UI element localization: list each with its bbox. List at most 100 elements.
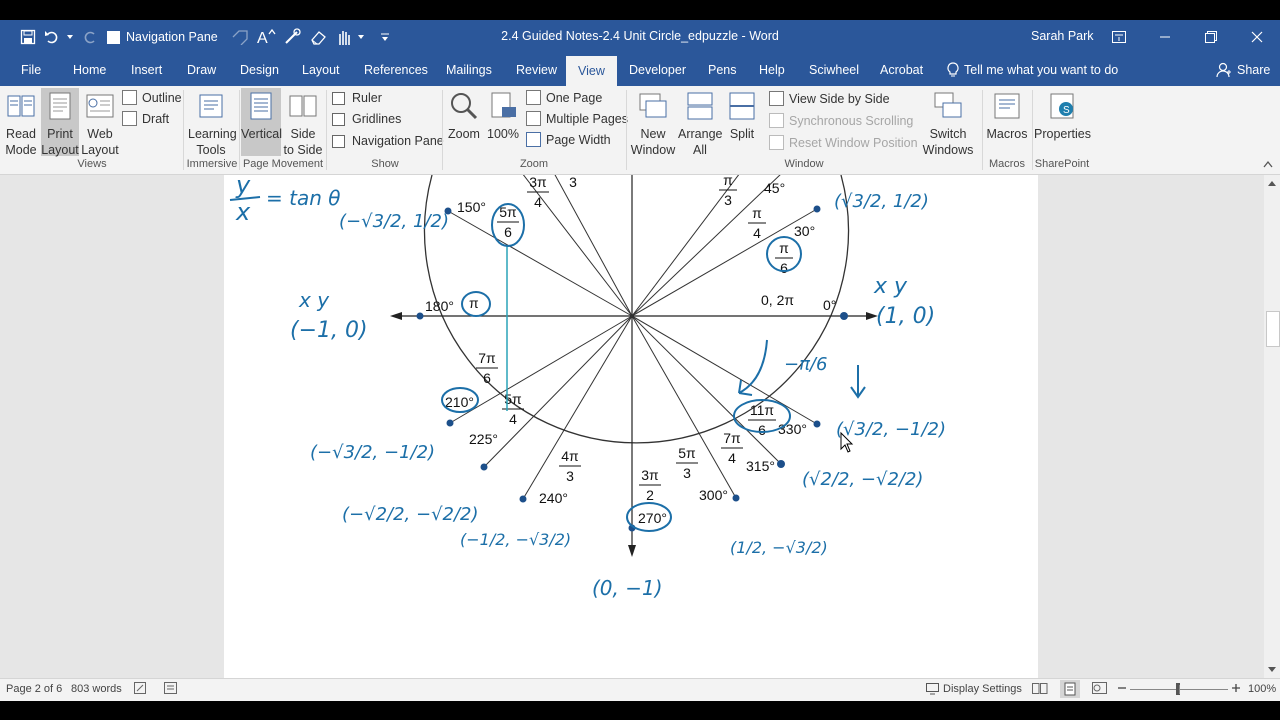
group-zoom-label: Zoom <box>519 158 549 170</box>
page-count[interactable]: Page 2 of 6 <box>6 683 62 695</box>
one-page-button[interactable]: One Page <box>526 90 602 105</box>
touch-mode-icon[interactable] <box>230 27 250 47</box>
svg-text:3π: 3π <box>641 467 659 483</box>
learning-tools-button[interactable]: Learning Tools <box>188 88 237 158</box>
page-width-button[interactable]: Page Width <box>526 132 611 147</box>
gridlines-checkbox[interactable]: Gridlines <box>332 112 401 126</box>
tab-draw[interactable]: Draw <box>185 54 218 86</box>
deg-270-label: 270° <box>638 510 667 526</box>
new-window-button[interactable]: New Window <box>630 88 676 158</box>
qat-navigation-pane-label[interactable]: Navigation Pane <box>126 30 218 44</box>
print-layout-view-icon[interactable] <box>1060 680 1080 698</box>
frac-pi-4: π4 <box>748 205 766 241</box>
vertical-button[interactable]: Vertical <box>241 88 282 156</box>
web-layout-view-icon[interactable] <box>1092 682 1108 698</box>
format-painter-icon[interactable] <box>282 27 302 47</box>
synchronous-scrolling-button[interactable]: Synchronous Scrolling <box>769 113 913 128</box>
tab-developer[interactable]: Developer <box>627 54 688 86</box>
tab-layout[interactable]: Layout <box>300 54 342 86</box>
read-mode-view-icon[interactable] <box>1032 682 1048 698</box>
tab-acrobat[interactable]: Acrobat <box>878 54 925 86</box>
svg-text:4: 4 <box>753 225 761 241</box>
read-mode-button[interactable]: Read Mode <box>3 88 39 158</box>
macros-label: Macros <box>986 127 1028 141</box>
user-name[interactable]: Sarah Park <box>1031 29 1094 43</box>
touch-dropdown-icon[interactable] <box>356 27 366 47</box>
arrange-all-button[interactable]: Arrange All <box>678 88 722 158</box>
navigation-pane-checkbox-ribbon[interactable]: Navigation Pane <box>332 134 444 148</box>
multiple-pages-button[interactable]: Multiple Pages <box>526 111 628 126</box>
properties-button[interactable]: S Properties <box>1034 88 1091 142</box>
proofing-icon[interactable] <box>134 682 148 698</box>
ruler-checkbox[interactable]: Ruler <box>332 91 382 105</box>
tab-mailings[interactable]: Mailings <box>444 54 494 86</box>
close-icon[interactable] <box>1234 20 1280 54</box>
learning-tools-label-2: Tools <box>196 143 226 157</box>
eraser-icon[interactable] <box>308 27 328 47</box>
customize-qat-icon[interactable] <box>378 27 392 47</box>
display-settings-button[interactable]: Display Settings <box>926 683 1022 695</box>
restore-icon[interactable] <box>1188 20 1234 54</box>
minimize-icon[interactable] <box>1142 20 1188 54</box>
scroll-thumb[interactable] <box>1266 311 1280 347</box>
reset-position-icon <box>769 135 784 150</box>
side-to-side-button[interactable]: Side to Side <box>283 88 323 158</box>
font-size-icon[interactable]: A <box>256 27 276 47</box>
group-page-movement-label: Page Movement <box>242 158 324 170</box>
touch-draw-icon[interactable] <box>334 27 354 47</box>
tab-insert[interactable]: Insert <box>129 54 164 86</box>
svg-text:6: 6 <box>483 370 491 386</box>
undo-dropdown-icon[interactable] <box>66 27 74 47</box>
zoom-100-button[interactable]: 100% <box>486 88 520 142</box>
zoom-button[interactable]: Zoom <box>446 88 482 142</box>
scroll-up-icon[interactable] <box>1264 175 1280 191</box>
web-layout-button[interactable]: Web Layout <box>81 88 119 158</box>
zoom-level[interactable]: 100% <box>1248 683 1276 695</box>
tab-references[interactable]: References <box>362 54 430 86</box>
reset-window-position-button[interactable]: Reset Window Position <box>769 135 918 150</box>
view-side-label: View Side by Side <box>789 91 890 106</box>
svg-text:6: 6 <box>504 224 512 240</box>
draft-label: Draft <box>142 111 170 126</box>
tab-view[interactable]: View <box>566 56 617 86</box>
save-icon[interactable] <box>18 27 38 47</box>
tab-file[interactable]: File <box>19 54 43 86</box>
y-axis-arrow-down <box>628 545 636 557</box>
zoom-in-icon[interactable] <box>1231 681 1241 698</box>
deg-180-label: 180° <box>425 298 454 314</box>
document-page[interactable]: 150° 45° 30° 180° 0, 2π 0° 210° 225° 240… <box>224 175 1038 678</box>
ribbon-display-options-icon[interactable] <box>1096 20 1142 54</box>
draft-button[interactable]: Draft <box>122 111 169 126</box>
scroll-down-icon[interactable] <box>1264 662 1280 678</box>
deg-30-label: 30° <box>794 223 815 239</box>
outline-button[interactable]: Outline <box>122 90 182 105</box>
macros-button[interactable]: Macros <box>986 88 1028 142</box>
tab-review[interactable]: Review <box>514 54 559 86</box>
macro-recording-icon[interactable] <box>164 682 178 698</box>
collapse-ribbon-icon[interactable] <box>1262 158 1274 172</box>
word-count[interactable]: 803 words <box>71 683 122 695</box>
reset-pos-label: Reset Window Position <box>789 135 918 150</box>
deg-240-label: 240° <box>539 490 568 506</box>
tab-design[interactable]: Design <box>238 54 281 86</box>
deg-315-label: 315° <box>746 458 775 474</box>
switch-windows-button[interactable]: Switch Windows <box>918 88 978 158</box>
view-side-by-side-button[interactable]: View Side by Side <box>769 91 890 106</box>
vertical-scrollbar[interactable] <box>1264 175 1280 678</box>
zoom-out-icon[interactable] <box>1117 681 1127 698</box>
share-button[interactable]: Share <box>1214 54 1272 86</box>
navigation-pane-checkbox[interactable] <box>106 27 120 47</box>
tab-home[interactable]: Home <box>71 54 108 86</box>
divider <box>982 90 983 170</box>
group-immersive-label: Immersive <box>186 158 238 170</box>
print-layout-button[interactable]: Print Layout <box>41 88 79 157</box>
split-button[interactable]: Split <box>724 88 760 142</box>
tab-help[interactable]: Help <box>757 54 787 86</box>
redo-icon[interactable] <box>80 27 100 47</box>
undo-icon[interactable] <box>44 27 60 47</box>
tab-pens[interactable]: Pens <box>706 54 739 86</box>
tab-sciwheel[interactable]: Sciwheel <box>807 54 861 86</box>
tell-me-search[interactable]: Tell me what you want to do <box>944 54 1120 86</box>
deg-0-label: 0° <box>823 297 836 313</box>
hw-down-arrow <box>850 365 866 399</box>
